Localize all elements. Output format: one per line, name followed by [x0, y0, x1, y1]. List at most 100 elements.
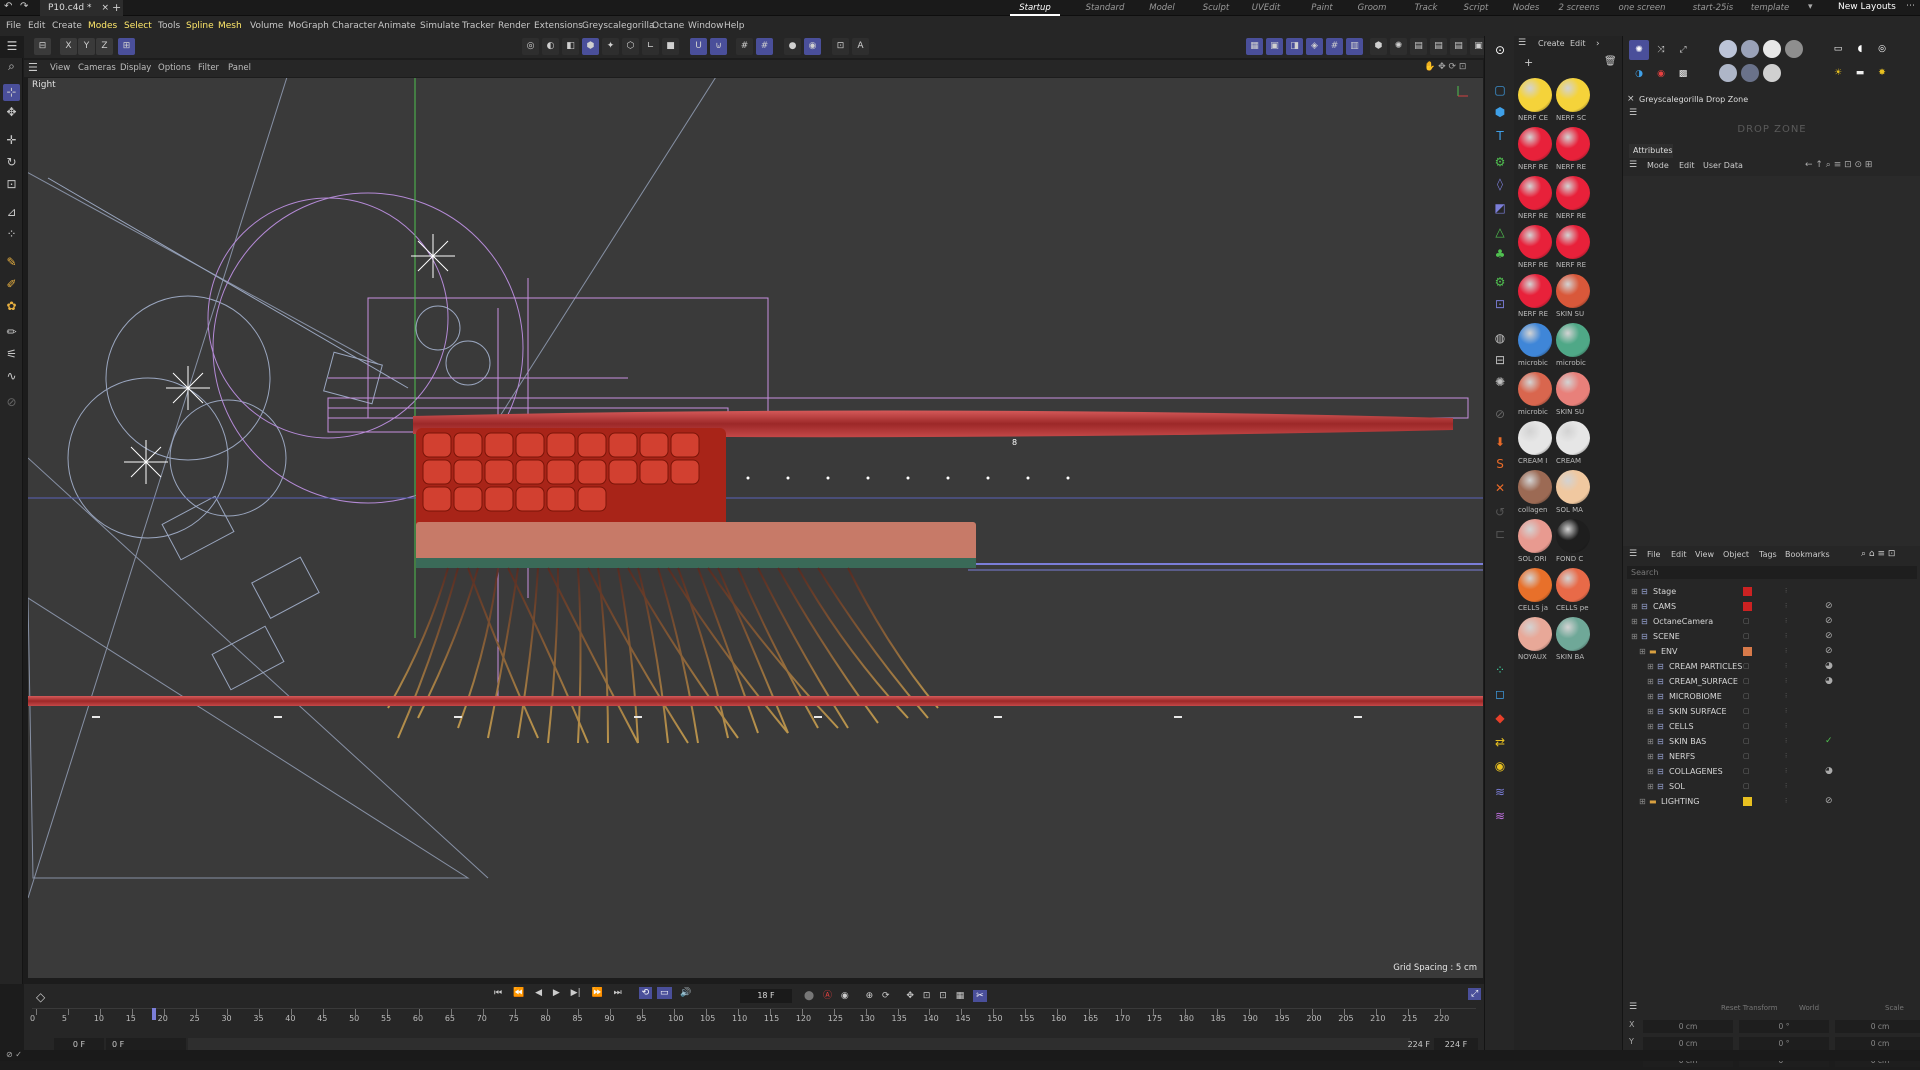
chevron-right-icon[interactable]: ›	[1596, 39, 1600, 49]
layer-check[interactable]: ▢	[1743, 674, 1750, 689]
null-object-icon[interactable]: ◎	[522, 38, 539, 55]
material-swatch[interactable]: NOYAUX	[1518, 617, 1552, 665]
object-row[interactable]: ⊞ ⊟ Stage ⁝	[1623, 584, 1920, 599]
point-key-icon[interactable]: ▦	[956, 991, 965, 1001]
rotate-icon[interactable]: ↻	[3, 154, 20, 171]
plugin-button-3[interactable]: ⤢	[1673, 40, 1693, 60]
play-icon[interactable]: ▶	[553, 988, 560, 998]
visibility-toggle[interactable]: ⁝	[1785, 629, 1787, 644]
workplane-icon[interactable]: #	[756, 38, 773, 55]
brush-icon[interactable]: ✏	[3, 324, 20, 341]
pla-icon[interactable]: ✂	[973, 990, 987, 1002]
floor-icon[interactable]: ∟	[642, 38, 659, 55]
cloner-icon[interactable]: ♣	[1492, 246, 1508, 262]
object-menu-tags[interactable]: Tags	[1759, 550, 1777, 559]
timeline-ruler[interactable]: 0 5 10 15 20 25 30 35 40 45 50 55 60 65 70 75 80 85 90 95 10…	[30, 1008, 1476, 1032]
render-view-icon[interactable]: ◉	[804, 38, 821, 55]
object-tag-icon[interactable]: ⊘	[1825, 629, 1833, 644]
clapper-icon[interactable]: ▤	[1410, 38, 1427, 55]
light-preset-6[interactable]: ✸	[1873, 64, 1891, 82]
expand-icon[interactable]: ⊞	[1647, 749, 1654, 764]
octane-grid-icon[interactable]: #	[1326, 38, 1343, 55]
camera-object-icon[interactable]: ⊙	[1492, 42, 1508, 58]
gsg-lines2-icon[interactable]: ≋	[1492, 808, 1508, 824]
world-dropdown[interactable]: World	[1799, 1004, 1819, 1012]
layer-color-tag[interactable]	[1743, 587, 1752, 596]
plugin-button-2[interactable]: ⤨	[1651, 40, 1671, 60]
material-swatch[interactable]: NERF RE	[1518, 176, 1552, 224]
snap-settings-icon[interactable]: ⊍	[710, 38, 727, 55]
sun-icon[interactable]: ☀	[1829, 64, 1847, 82]
workspace-tab-one-screen[interactable]: one screen	[1612, 0, 1672, 16]
viewport-menu-filter[interactable]: Filter	[198, 60, 219, 77]
visibility-toggle[interactable]: ⁝	[1785, 659, 1787, 674]
lock-workplane-icon[interactable]: ⊘	[3, 394, 20, 411]
object-row[interactable]: ⊞ ⊟ CREAM_SURFACE ⁝ ▢ ◕	[1623, 674, 1920, 689]
spline-pen-icon[interactable]: ◐	[542, 38, 559, 55]
visibility-toggle[interactable]: ⁝	[1785, 704, 1787, 719]
sound-icon[interactable]: 🔊	[680, 988, 691, 998]
material-swatch[interactable]: SKIN BA	[1556, 617, 1590, 665]
workspace-tab-2-screens[interactable]: 2 screens	[1552, 0, 1606, 16]
expand-icon[interactable]: ⊞	[1647, 689, 1654, 704]
viewport-right[interactable]: Right 8 Grid Spacing: 5 cm	[28, 78, 1483, 978]
snap-icon[interactable]: U	[690, 38, 707, 55]
object-row[interactable]: ⊞ ⊟ SCENE ⁝ ▢ ⊘	[1623, 629, 1920, 644]
scale-dropdown[interactable]: Scale	[1885, 1004, 1904, 1012]
menu-tools[interactable]: Tools	[158, 16, 180, 36]
material-swatch[interactable]: SKIN SU	[1556, 274, 1590, 322]
menu-character[interactable]: Character	[332, 16, 376, 36]
expand-icon[interactable]: ⊞	[1647, 674, 1654, 689]
grid-icon[interactable]: #	[736, 38, 753, 55]
material-swatch[interactable]: FOND C	[1556, 519, 1590, 567]
material-swatch[interactable]: SOL ORI	[1518, 519, 1552, 567]
go-start-icon[interactable]: ⏮	[494, 988, 502, 998]
cube-object-icon[interactable]: ▢	[1492, 82, 1508, 98]
range-icon[interactable]: ▭	[657, 987, 672, 999]
layer-check[interactable]: ▢	[1743, 749, 1750, 764]
gsg-plus-icon[interactable]: ⁘	[1492, 662, 1508, 678]
object-row[interactable]: ⊞ ⊟ SKIN BAS ⁝ ▢ ✓	[1623, 734, 1920, 749]
environment-icon[interactable]: ◍	[1492, 330, 1508, 346]
viewport-menu-cameras[interactable]: Cameras	[78, 60, 116, 77]
coord-field[interactable]: 0 cm	[1835, 1037, 1920, 1050]
material-swatch[interactable]: NERF RE	[1518, 274, 1552, 322]
sphere-preset-5[interactable]	[1719, 64, 1737, 82]
object-row[interactable]: ⊞ ⊟ OctaneCamera ⁝ ▢ ⊘	[1623, 614, 1920, 629]
object-row[interactable]: ⊞ ⊟ SOL ⁝ ▢	[1623, 779, 1920, 794]
coord-field[interactable]: 0 °	[1739, 1037, 1829, 1050]
layer-check[interactable]: ▢	[1743, 764, 1750, 779]
object-row[interactable]: ⊞ ▬ ENV ⁝ ⊘	[1623, 644, 1920, 659]
light-preset-2[interactable]: ◖	[1851, 40, 1869, 58]
coord-field[interactable]: 0 cm	[1835, 1020, 1920, 1033]
workspace-tab-paint[interactable]: Paint	[1302, 0, 1342, 16]
layer-check[interactable]: ▢	[1743, 779, 1750, 794]
axis-y-button[interactable]: Y	[78, 38, 95, 55]
menu-extensions[interactable]: Extensions	[534, 16, 583, 36]
cube-icon[interactable]: ⬢	[582, 38, 599, 55]
prev-frame-icon[interactable]: ◀	[535, 988, 542, 998]
layer-check[interactable]: ▢	[1743, 704, 1750, 719]
attributes-menu-edit[interactable]: Edit	[1679, 161, 1695, 170]
workspace-tab-template[interactable]: template	[1742, 0, 1798, 16]
scale-key-icon[interactable]: ⊡	[923, 991, 931, 1001]
light-preset-3[interactable]: ◎	[1873, 40, 1891, 58]
undo-icon[interactable]: ↶	[4, 1, 12, 12]
expand-icon[interactable]: ⊞	[1631, 629, 1638, 644]
object-tag-icon[interactable]: ⊘	[1825, 644, 1833, 659]
prev-key-icon[interactable]: ⏪	[513, 988, 524, 998]
substance-icon[interactable]: S	[1492, 456, 1508, 472]
octane-scatter-icon[interactable]: ⬢	[1370, 38, 1387, 55]
dropzone-logo[interactable]: DROP ZONE	[1623, 124, 1920, 135]
material-swatch[interactable]: microbic	[1556, 323, 1590, 371]
material-swatch[interactable]: NERF RE	[1556, 176, 1590, 224]
loop-icon[interactable]: ⟲	[638, 987, 653, 999]
param-key-icon[interactable]: ⊡	[939, 991, 947, 1001]
chevron-down-icon[interactable]: ▾	[1808, 2, 1813, 12]
plugin-button-1[interactable]: ✺	[1629, 40, 1649, 60]
delete-icon[interactable]: 🗑	[1604, 56, 1617, 67]
document-tab[interactable]: P10.c4d * ×	[40, 0, 124, 16]
material-swatch[interactable]: SKIN SU	[1556, 372, 1590, 420]
object-row[interactable]: ⊞ ⊟ MICROBIOME ⁝ ▢	[1623, 689, 1920, 704]
material-edit-menu[interactable]: Edit	[1570, 39, 1586, 48]
